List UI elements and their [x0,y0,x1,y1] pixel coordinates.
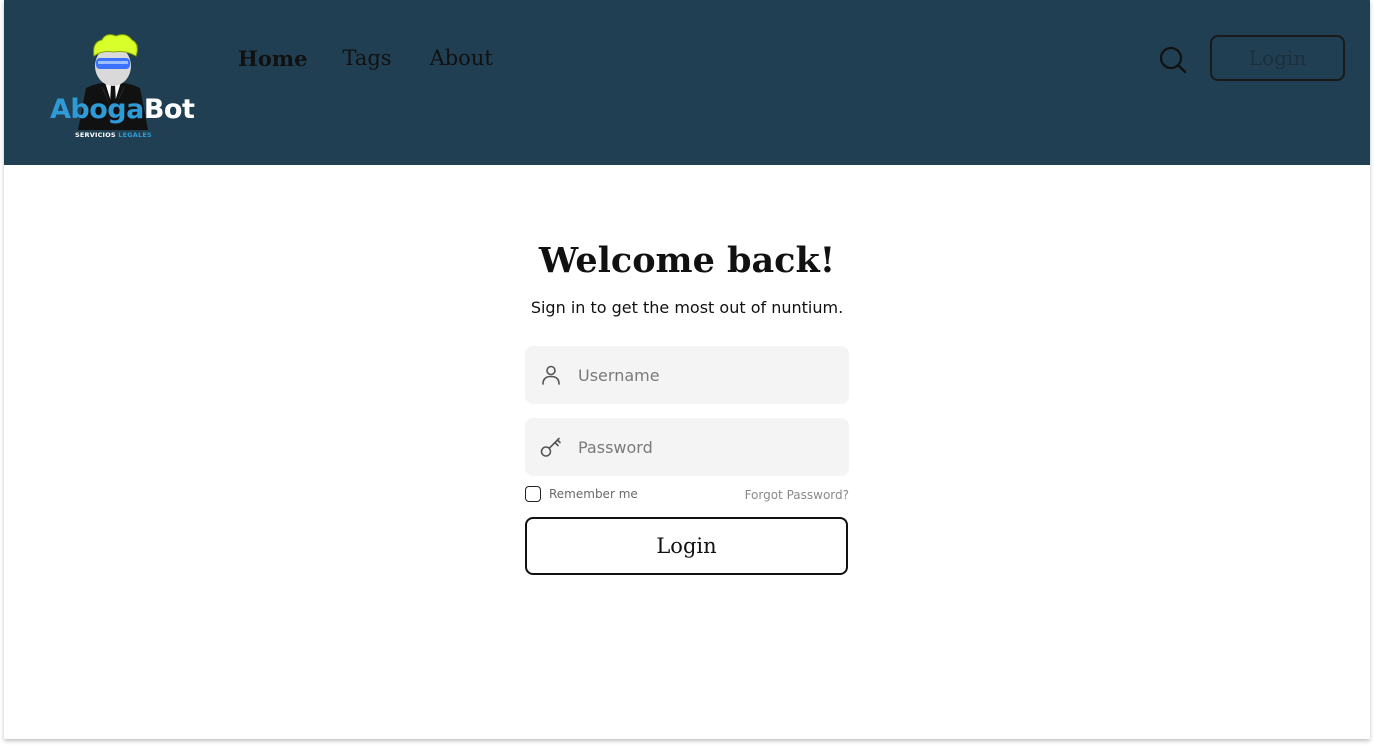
abogabot-logo[interactable]: AbogaBot SERVICIOS LEGALES [48,30,195,142]
remember-me[interactable]: Remember me [525,486,638,502]
login-button[interactable]: Login [525,517,848,575]
password-input[interactable] [578,427,818,467]
logo-tagline: SERVICIOS LEGALES [75,131,152,139]
username-field[interactable] [525,346,849,404]
nav-item-about[interactable]: About [430,46,493,71]
page-subtitle: Sign in to get the most out of nuntium. [530,298,844,317]
logo-wordmark: AbogaBot [50,94,195,125]
header-login-button[interactable]: Login [1210,35,1345,81]
key-icon [540,437,561,457]
main-nav: Home Tags About [238,46,493,71]
search-icon [1159,46,1187,74]
robot-lawyer-logo-icon [78,34,148,130]
remember-me-checkbox[interactable] [525,486,541,502]
search-button[interactable] [1157,44,1189,76]
logo-wordmark-part1: Aboga [50,94,144,125]
site-header: AbogaBot SERVICIOS LEGALES Home Tags Abo… [4,0,1370,165]
nav-item-home[interactable]: Home [238,46,307,71]
username-input[interactable] [578,355,818,395]
password-field[interactable] [525,418,849,476]
logo-tagline-part1: SERVICIOS [75,131,116,139]
page-title: Welcome back! [538,240,836,281]
logo-wordmark-part2: Bot [143,94,195,125]
user-icon [542,365,560,385]
nav-item-tags[interactable]: Tags [342,46,391,71]
forgot-password-link[interactable]: Forgot Password? [684,488,849,502]
logo-tagline-part2: LEGALES [118,131,152,139]
remember-me-label: Remember me [549,487,638,501]
page-frame: AbogaBot SERVICIOS LEGALES Home Tags Abo… [4,0,1370,739]
